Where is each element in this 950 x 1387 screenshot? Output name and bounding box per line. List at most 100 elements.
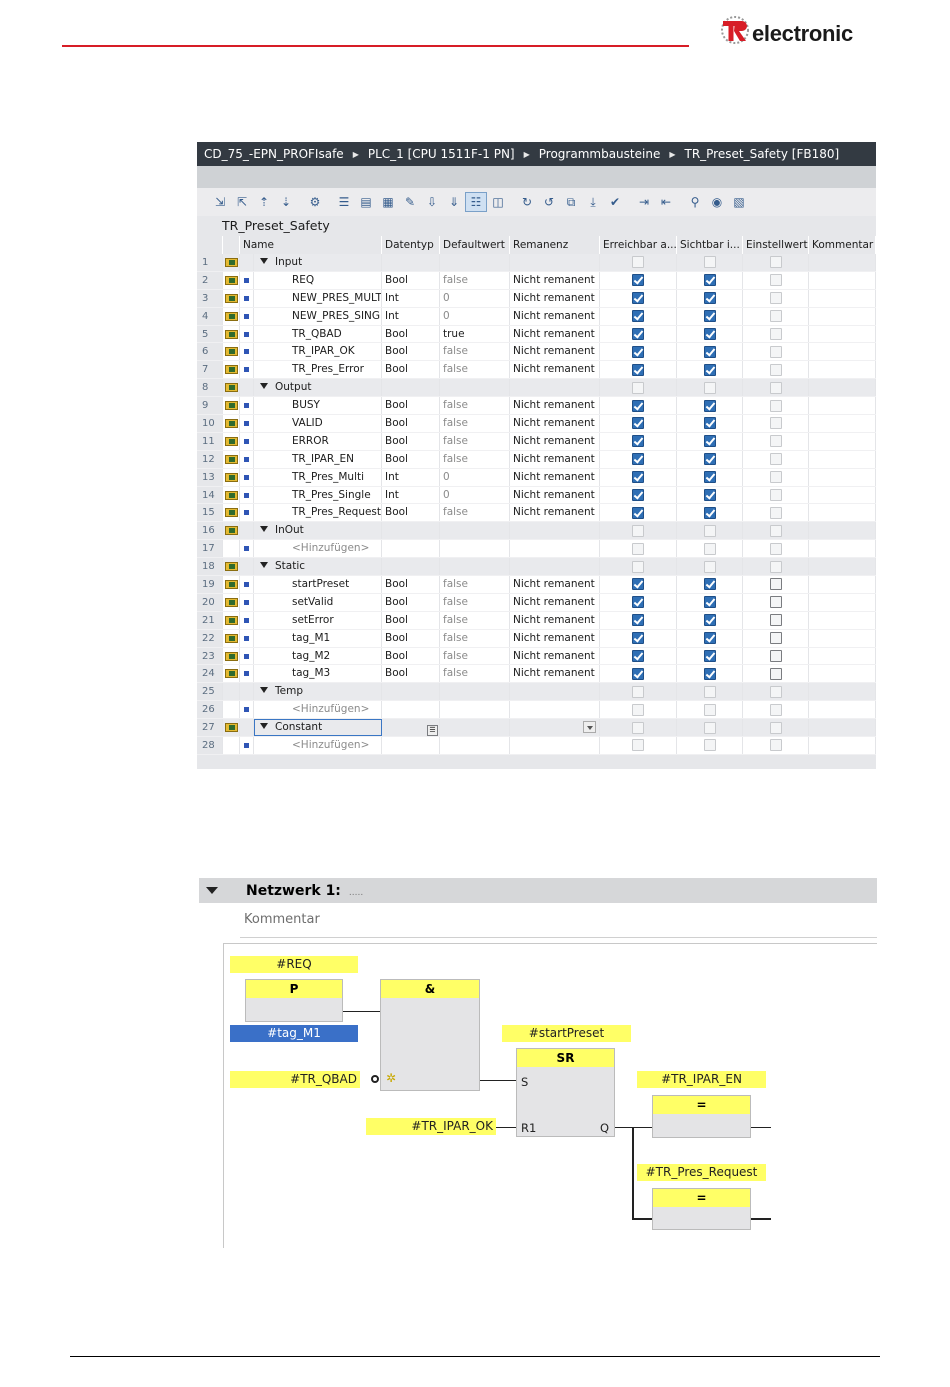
breadcrumb-item[interactable]: Programmbausteine (539, 147, 661, 161)
setpoint-checkbox[interactable] (769, 453, 782, 466)
accessible-checkbox[interactable] (632, 381, 644, 394)
accessible-checkbox[interactable] (632, 471, 644, 484)
operand-tr-ipar-en[interactable]: #TR_IPAR_EN (637, 1071, 766, 1088)
visible-checkbox[interactable] (703, 560, 716, 573)
retain-cell[interactable]: Nicht remanent (510, 611, 600, 629)
comment-cell[interactable] (809, 719, 876, 737)
default-cell[interactable]: false (440, 647, 510, 665)
datatype-cell[interactable]: Int (382, 289, 440, 307)
default-cell[interactable] (440, 379, 510, 397)
retain-cell[interactable] (510, 540, 600, 558)
default-cell[interactable] (440, 254, 510, 271)
setpoint-checkbox[interactable] (769, 292, 782, 305)
setpoint-checkbox[interactable] (769, 560, 782, 573)
setpoint-checkbox[interactable] (769, 345, 782, 358)
setpoint-checkbox[interactable] (769, 381, 782, 394)
breadcrumb-item[interactable]: TR_Preset_Safety [FB180] (684, 147, 839, 161)
name-cell[interactable]: Static (254, 558, 382, 576)
retain-cell[interactable]: Nicht remanent (510, 397, 600, 415)
setpoint-checkbox[interactable] (769, 274, 782, 287)
name-cell[interactable]: Input (254, 254, 382, 271)
visible-checkbox[interactable] (703, 542, 716, 555)
setpoint-checkbox[interactable] (769, 256, 782, 269)
setpoint-checkbox[interactable] (769, 328, 782, 340)
retain-cell[interactable]: Nicht remanent (510, 629, 600, 647)
visible-checkbox[interactable] (703, 524, 716, 537)
visible-checkbox[interactable] (703, 506, 716, 519)
retain-cell[interactable]: Nicht remanent (510, 361, 600, 379)
comment-cell[interactable] (809, 593, 876, 611)
interface-row[interactable]: 17 <Hinzufügen> (197, 540, 876, 559)
name-cell[interactable]: TR_QBAD (254, 325, 382, 343)
comment-cell[interactable] (809, 254, 876, 271)
setpoint-checkbox[interactable] (769, 417, 782, 430)
setpoint-checkbox[interactable] (769, 435, 782, 448)
datatype-cell[interactable] (382, 254, 440, 271)
p-edge-box[interactable]: P (245, 979, 343, 1022)
accessible-checkbox[interactable] (632, 435, 644, 448)
name-cell[interactable]: Constant (254, 719, 382, 737)
datatype-cell[interactable]: Bool (382, 415, 440, 432)
visible-checkbox[interactable] (703, 310, 716, 323)
default-cell[interactable]: false (440, 271, 510, 289)
retain-cell[interactable]: Nicht remanent (510, 307, 600, 325)
operand-tag-m1[interactable]: #tag_M1 (230, 1025, 358, 1042)
accessible-checkbox[interactable] (632, 542, 644, 555)
accessible-checkbox[interactable] (632, 274, 644, 287)
add-row-icon[interactable]: ⇱ (231, 192, 253, 212)
visible-checkbox[interactable] (703, 363, 716, 376)
list-view-icon[interactable]: ☰ (333, 192, 355, 212)
header-name[interactable]: Name (240, 236, 382, 254)
datatype-cell[interactable]: Bool (382, 271, 440, 289)
setpoint-checkbox[interactable] (769, 721, 782, 734)
snapshot-icon[interactable]: ◫ (487, 192, 509, 212)
assign-box-2[interactable]: = (652, 1188, 751, 1230)
datatype-cell[interactable] (382, 737, 440, 754)
interface-row[interactable]: 5 TR_QBAD Bool true Nicht remanent (197, 325, 876, 344)
reload-icon[interactable]: ↺ (538, 192, 560, 212)
interface-row[interactable]: 4 NEW_PRES_SINGLEInt0Nicht remanent (197, 307, 876, 326)
insert-row-icon[interactable]: ⇲ (209, 192, 231, 212)
interface-row[interactable]: 6 TR_IPAR_OK Bool false Nicht remanent (197, 343, 876, 362)
name-cell[interactable]: <Hinzufügen> (254, 540, 382, 558)
visible-checkbox[interactable] (703, 739, 716, 752)
name-cell[interactable]: Output (254, 379, 382, 397)
setpoint-checkbox[interactable] (769, 703, 782, 716)
detail-view-icon[interactable]: ☷ (465, 192, 487, 212)
datatype-cell[interactable]: Int (382, 468, 440, 486)
name-cell[interactable]: BUSY (254, 397, 382, 415)
retain-cell[interactable]: Nicht remanent (510, 432, 600, 450)
name-cell[interactable]: tag_M2 (254, 647, 382, 665)
operand-tr-pres-request[interactable]: #TR_Pres_Request (637, 1164, 766, 1181)
datatype-cell[interactable] (382, 701, 440, 719)
accessible-checkbox[interactable] (632, 524, 644, 537)
retain-cell[interactable]: Nicht remanent (510, 593, 600, 611)
header-accessible[interactable]: Erreichbar a... (600, 236, 677, 254)
setpoint-checkbox[interactable] (769, 685, 782, 698)
datatype-cell[interactable] (382, 540, 440, 558)
accessible-checkbox[interactable] (632, 310, 644, 323)
accessible-checkbox[interactable] (632, 703, 644, 716)
visible-checkbox[interactable] (703, 632, 716, 645)
datatype-cell[interactable] (382, 683, 440, 701)
default-cell[interactable]: 0 (440, 468, 510, 486)
network-header[interactable]: Netzwerk 1: ..... (199, 878, 877, 903)
load-values-icon[interactable]: ⤓ (582, 192, 604, 212)
watch-icon[interactable]: ◉ (706, 192, 728, 212)
setpoint-checkbox[interactable] (769, 471, 782, 484)
assign-box-1[interactable]: = (652, 1095, 751, 1138)
interface-row[interactable]: 3 NEW_PRES_MULTI Int 0 Nicht remanent (197, 289, 876, 308)
move-up-icon[interactable]: ⇡ (253, 192, 275, 212)
name-cell[interactable]: startPreset (254, 576, 382, 593)
comment-cell[interactable] (809, 647, 876, 665)
visible-checkbox[interactable] (703, 703, 716, 716)
interface-row[interactable]: 22 tag_M1 Bool false Nicht remanent (197, 629, 876, 648)
interface-row[interactable]: 12 TR_IPAR_EN Bool false Nicht remanent (197, 450, 876, 469)
datatype-cell[interactable]: Bool (382, 343, 440, 361)
default-cell[interactable] (440, 540, 510, 558)
datatype-cell[interactable]: Bool (382, 593, 440, 611)
default-cell[interactable]: false (440, 450, 510, 468)
interface-row[interactable]: 24 tag_M3 Bool false Nicht remanent (197, 665, 876, 684)
default-cell[interactable]: false (440, 504, 510, 522)
comment-cell[interactable] (809, 558, 876, 576)
